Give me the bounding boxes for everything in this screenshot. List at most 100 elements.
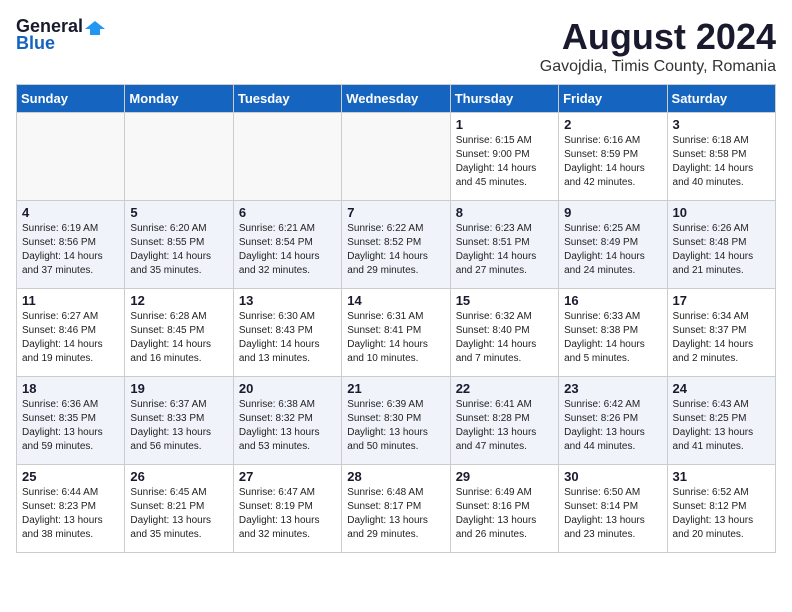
day-number: 12 [130,293,227,308]
calendar-cell: 14Sunrise: 6:31 AM Sunset: 8:41 PM Dayli… [342,289,450,377]
day-number: 8 [456,205,553,220]
day-info: Sunrise: 6:50 AM Sunset: 8:14 PM Dayligh… [564,486,661,542]
header-saturday: Saturday [667,85,775,113]
calendar-cell: 28 Sunrise: 6:48 AM Sunset: 8:17 PM Dayli… [342,465,450,553]
day-info: Sunrise: 6:48 AM Sunset: 8:17 PM Dayligh… [347,486,444,542]
week-row-2: 4 Sunrise: 6:19 AM Sunset: 8:56 PM Daylig… [17,201,776,289]
header-sunday: Sunday [17,85,125,113]
calendar-cell [17,113,125,201]
logo-blue-text: Blue [16,33,55,54]
day-info: Sunrise: 6:23 AM Sunset: 8:51 PM Dayligh… [456,222,553,278]
day-info: Sunrise: 6:28 AM Sunset: 8:45 PM Dayligh… [130,310,227,366]
day-info: Sunrise: 6:37 AM Sunset: 8:33 PM Dayligh… [130,398,227,454]
calendar-cell: 31 Sunrise: 6:52 AM Sunset: 8:12 PM Dayli… [667,465,775,553]
day-number: 22 [456,381,553,396]
calendar-cell: 9 Sunrise: 6:25 AM Sunset: 8:49 PM Daylig… [559,201,667,289]
day-info: Sunrise: 6:43 AM Sunset: 8:25 PM Dayligh… [673,398,770,454]
calendar-cell: 3 Sunrise: 6:18 AM Sunset: 8:58 PM Daylig… [667,113,775,201]
calendar-cell [125,113,233,201]
day-number: 15 [456,293,553,308]
calendar-cell: 5Sunrise: 6:20 AM Sunset: 8:55 PM Daylig… [125,201,233,289]
day-info: Sunrise: 6:47 AM Sunset: 8:19 PM Dayligh… [239,486,336,542]
day-info: Sunrise: 6:44 AM Sunset: 8:23 PM Dayligh… [22,486,119,542]
day-info: Sunrise: 6:16 AM Sunset: 8:59 PM Dayligh… [564,134,661,190]
day-number: 3 [673,117,770,132]
calendar-table: Sunday Monday Tuesday Wednesday Thursday… [16,84,776,553]
calendar-cell: 17 Sunrise: 6:34 AM Sunset: 8:37 PM Dayli… [667,289,775,377]
day-info: Sunrise: 6:30 AM Sunset: 8:43 PM Dayligh… [239,310,336,366]
calendar-title: August 2024 [540,16,776,58]
day-number: 30 [564,469,661,484]
calendar-cell [233,113,341,201]
day-info: Sunrise: 6:52 AM Sunset: 8:12 PM Dayligh… [673,486,770,542]
day-number: 20 [239,381,336,396]
day-info: Sunrise: 6:38 AM Sunset: 8:32 PM Dayligh… [239,398,336,454]
calendar-cell: 4 Sunrise: 6:19 AM Sunset: 8:56 PM Daylig… [17,201,125,289]
week-row-4: 18 Sunrise: 6:36 AM Sunset: 8:35 PM Dayli… [17,377,776,465]
header-friday: Friday [559,85,667,113]
day-info: Sunrise: 6:34 AM Sunset: 8:37 PM Dayligh… [673,310,770,366]
calendar-cell: 24 Sunrise: 6:43 AM Sunset: 8:25 PM Dayli… [667,377,775,465]
calendar-header-row: Sunday Monday Tuesday Wednesday Thursday… [17,85,776,113]
header-wednesday: Wednesday [342,85,450,113]
calendar-cell: 8 Sunrise: 6:23 AM Sunset: 8:51 PM Daylig… [450,201,558,289]
day-info: Sunrise: 6:45 AM Sunset: 8:21 PM Dayligh… [130,486,227,542]
day-info: Sunrise: 6:21 AM Sunset: 8:54 PM Dayligh… [239,222,336,278]
calendar-cell: 29Sunrise: 6:49 AM Sunset: 8:16 PM Dayli… [450,465,558,553]
day-info: Sunrise: 6:19 AM Sunset: 8:56 PM Dayligh… [22,222,119,278]
day-info: Sunrise: 6:41 AM Sunset: 8:28 PM Dayligh… [456,398,553,454]
day-number: 31 [673,469,770,484]
calendar-cell: 23Sunrise: 6:42 AM Sunset: 8:26 PM Dayli… [559,377,667,465]
day-number: 24 [673,381,770,396]
calendar-cell: 22 Sunrise: 6:41 AM Sunset: 8:28 PM Dayli… [450,377,558,465]
header-tuesday: Tuesday [233,85,341,113]
day-number: 28 [347,469,444,484]
day-number: 11 [22,293,119,308]
day-number: 26 [130,469,227,484]
day-number: 17 [673,293,770,308]
day-number: 4 [22,205,119,220]
day-number: 6 [239,205,336,220]
week-row-3: 11 Sunrise: 6:27 AM Sunset: 8:46 PM Dayli… [17,289,776,377]
calendar-cell: 15 Sunrise: 6:32 AM Sunset: 8:40 PM Dayli… [450,289,558,377]
day-info: Sunrise: 6:27 AM Sunset: 8:46 PM Dayligh… [22,310,119,366]
calendar-subtitle: Gavojdia, Timis County, Romania [540,58,776,76]
calendar-cell: 27Sunrise: 6:47 AM Sunset: 8:19 PM Dayli… [233,465,341,553]
day-number: 25 [22,469,119,484]
calendar-cell: 30 Sunrise: 6:50 AM Sunset: 8:14 PM Dayli… [559,465,667,553]
day-info: Sunrise: 6:22 AM Sunset: 8:52 PM Dayligh… [347,222,444,278]
day-info: Sunrise: 6:20 AM Sunset: 8:55 PM Dayligh… [130,222,227,278]
page-header: General Blue August 2024 Gavojdia, Timis… [16,16,776,76]
day-number: 23 [564,381,661,396]
day-info: Sunrise: 6:15 AM Sunset: 9:00 PM Dayligh… [456,134,553,190]
calendar-cell: 16Sunrise: 6:33 AM Sunset: 8:38 PM Dayli… [559,289,667,377]
day-info: Sunrise: 6:39 AM Sunset: 8:30 PM Dayligh… [347,398,444,454]
day-number: 19 [130,381,227,396]
day-number: 7 [347,205,444,220]
calendar-cell: 20 Sunrise: 6:38 AM Sunset: 8:32 PM Dayli… [233,377,341,465]
title-area: August 2024 Gavojdia, Timis County, Roma… [540,16,776,76]
day-number: 13 [239,293,336,308]
day-info: Sunrise: 6:49 AM Sunset: 8:16 PM Dayligh… [456,486,553,542]
calendar-cell: 19 Sunrise: 6:37 AM Sunset: 8:33 PM Dayli… [125,377,233,465]
day-number: 10 [673,205,770,220]
logo: General Blue [16,16,105,54]
week-row-1: 1 Sunrise: 6:15 AM Sunset: 9:00 PM Daylig… [17,113,776,201]
logo-bird-icon [85,19,105,35]
day-info: Sunrise: 6:25 AM Sunset: 8:49 PM Dayligh… [564,222,661,278]
calendar-cell: 13 Sunrise: 6:30 AM Sunset: 8:43 PM Dayli… [233,289,341,377]
calendar-cell: 26 Sunrise: 6:45 AM Sunset: 8:21 PM Dayli… [125,465,233,553]
day-number: 14 [347,293,444,308]
calendar-cell: 21Sunrise: 6:39 AM Sunset: 8:30 PM Dayli… [342,377,450,465]
day-number: 18 [22,381,119,396]
day-number: 16 [564,293,661,308]
calendar-cell: 2Sunrise: 6:16 AM Sunset: 8:59 PM Daylig… [559,113,667,201]
day-number: 9 [564,205,661,220]
calendar-cell: 10Sunrise: 6:26 AM Sunset: 8:48 PM Dayli… [667,201,775,289]
day-number: 1 [456,117,553,132]
day-info: Sunrise: 6:32 AM Sunset: 8:40 PM Dayligh… [456,310,553,366]
header-monday: Monday [125,85,233,113]
header-thursday: Thursday [450,85,558,113]
day-info: Sunrise: 6:18 AM Sunset: 8:58 PM Dayligh… [673,134,770,190]
day-info: Sunrise: 6:36 AM Sunset: 8:35 PM Dayligh… [22,398,119,454]
